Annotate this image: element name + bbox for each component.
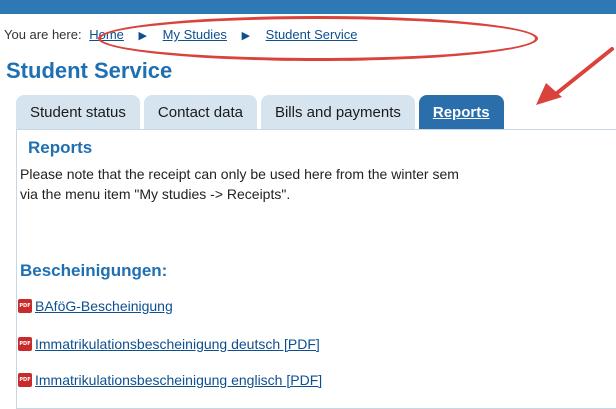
certificates-heading: Bescheinigungen: [20, 261, 168, 280]
enrollment-certificate-english-link[interactable]: Immatrikulationsbescheinigung englisch [… [35, 372, 322, 388]
annotation-ellipse [98, 16, 538, 61]
bafoeg-certificate-link[interactable]: BAföG-Bescheinigung [35, 298, 173, 314]
pdf-icon [18, 337, 32, 351]
tab-contact-data[interactable]: Contact data [143, 95, 257, 129]
list-item: Immatrikulationsbescheinigung deutsch [P… [18, 336, 320, 352]
reports-note-line-1: Please note that the receipt can only be… [20, 166, 459, 182]
breadcrumb-prefix: You are here: [4, 27, 82, 42]
page-title: Student Service [6, 58, 173, 83]
tab-bar: Student status Contact data Bills and pa… [16, 95, 504, 129]
tab-student-status[interactable]: Student status [16, 95, 140, 129]
list-item: BAföG-Bescheinigung [18, 298, 173, 314]
reports-note: Please note that the receipt can only be… [20, 164, 616, 204]
tab-bills-and-payments[interactable]: Bills and payments [260, 95, 415, 129]
annotation-arrow-icon [536, 47, 614, 105]
top-bar [0, 0, 616, 14]
reports-note-line-2: via the menu item "My studies -> Receipt… [20, 186, 291, 202]
pdf-icon [18, 373, 32, 387]
tab-reports[interactable]: Reports [418, 95, 504, 129]
list-item: Immatrikulationsbescheinigung englisch [… [18, 372, 322, 388]
reports-title: Reports [28, 138, 93, 157]
enrollment-certificate-german-link[interactable]: Immatrikulationsbescheinigung deutsch [P… [35, 336, 320, 352]
pdf-icon [18, 299, 32, 313]
